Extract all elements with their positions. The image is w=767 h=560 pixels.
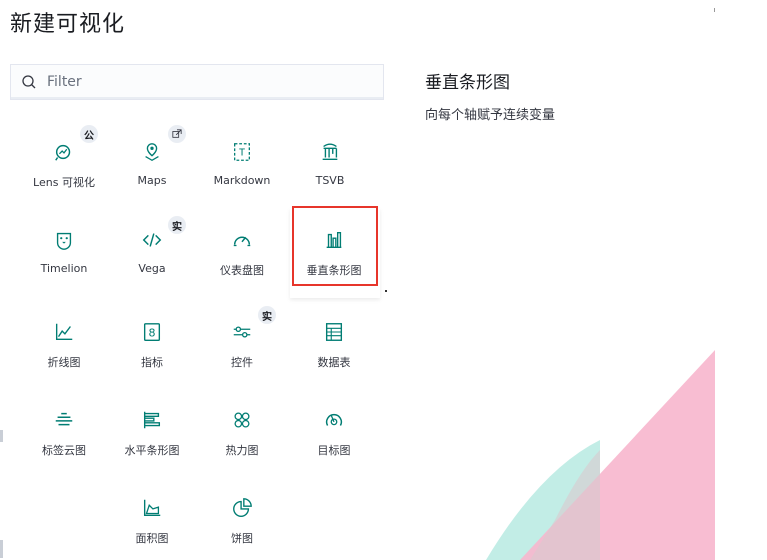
edge-marker bbox=[0, 430, 3, 442]
tile-timelion[interactable]: Timelion bbox=[20, 208, 108, 288]
filter-input[interactable] bbox=[45, 73, 369, 91]
tile-label: Timelion bbox=[40, 262, 88, 275]
svg-text:8: 8 bbox=[149, 327, 156, 340]
timelion-icon bbox=[52, 228, 76, 252]
tile-markdown[interactable]: T Markdown bbox=[198, 120, 286, 200]
code-icon bbox=[140, 228, 164, 252]
tile-metric[interactable]: 8 指标 bbox=[108, 300, 196, 380]
detail-title: 垂直条形图 bbox=[425, 73, 510, 93]
tile-label: Vega bbox=[138, 262, 166, 275]
corner-tick bbox=[714, 8, 715, 12]
tile-goal[interactable]: 目标图 bbox=[290, 388, 378, 468]
tile-tag-cloud[interactable]: 标签云图 bbox=[20, 388, 108, 468]
search-icon bbox=[22, 75, 36, 89]
tile-label: Lens 可视化 bbox=[33, 176, 95, 189]
tile-label: 指标 bbox=[141, 356, 163, 369]
tile-label: 折线图 bbox=[47, 356, 81, 369]
detail-description: 向每个轴赋予连续变量 bbox=[425, 108, 556, 123]
tile-heatmap[interactable]: 热力图 bbox=[198, 388, 286, 468]
tile-label: Maps bbox=[137, 174, 167, 187]
heatmap-icon bbox=[230, 408, 254, 432]
tile-gauge[interactable]: 仪表盘图 bbox=[198, 208, 286, 288]
horizontal-bar-icon bbox=[140, 408, 164, 432]
tile-label: 数据表 bbox=[317, 356, 351, 369]
tile-area[interactable]: 面积图 bbox=[108, 476, 196, 556]
tile-label: Markdown bbox=[213, 174, 271, 187]
tsvb-icon bbox=[318, 140, 342, 164]
tile-label: 仪表盘图 bbox=[220, 264, 264, 277]
markdown-icon: T bbox=[230, 140, 254, 164]
tile-badge: 实 bbox=[258, 306, 276, 324]
tile-label: 控件 bbox=[231, 356, 253, 369]
tile-badge: 公 bbox=[80, 125, 98, 143]
external-link-icon bbox=[168, 125, 186, 143]
table-icon bbox=[322, 320, 346, 344]
area-chart-icon bbox=[140, 496, 164, 520]
tile-label: 目标图 bbox=[317, 444, 351, 457]
tile-badge: 实 bbox=[168, 216, 186, 234]
controls-icon bbox=[230, 320, 254, 344]
metric-icon: 8 bbox=[140, 320, 164, 344]
tile-label: 标签云图 bbox=[42, 444, 86, 457]
filter-search-box[interactable] bbox=[10, 64, 384, 100]
page-title: 新建可视化 bbox=[10, 12, 126, 37]
lens-icon bbox=[52, 140, 76, 164]
line-chart-icon bbox=[52, 320, 76, 344]
tag-cloud-icon bbox=[52, 408, 76, 432]
selection-highlight bbox=[292, 206, 378, 286]
map-pin-icon bbox=[140, 140, 164, 164]
cursor-dot bbox=[385, 290, 387, 292]
gauge-icon bbox=[230, 228, 254, 252]
edge-marker bbox=[0, 540, 3, 558]
tile-data-table[interactable]: 数据表 bbox=[290, 300, 378, 380]
tile-label: 热力图 bbox=[225, 444, 259, 457]
tile-horizontal-bar[interactable]: 水平条形图 bbox=[108, 388, 196, 468]
tile-line[interactable]: 折线图 bbox=[20, 300, 108, 380]
tile-label: TSVB bbox=[315, 174, 345, 187]
tile-label: 饼图 bbox=[231, 532, 253, 545]
tile-label: 面积图 bbox=[135, 532, 169, 545]
tile-tsvb[interactable]: TSVB bbox=[286, 120, 374, 200]
tile-pie[interactable]: 饼图 bbox=[198, 476, 286, 556]
svg-text:T: T bbox=[239, 148, 245, 159]
goal-icon bbox=[322, 408, 346, 432]
tile-label: 水平条形图 bbox=[124, 444, 180, 457]
pie-chart-icon bbox=[230, 496, 254, 520]
